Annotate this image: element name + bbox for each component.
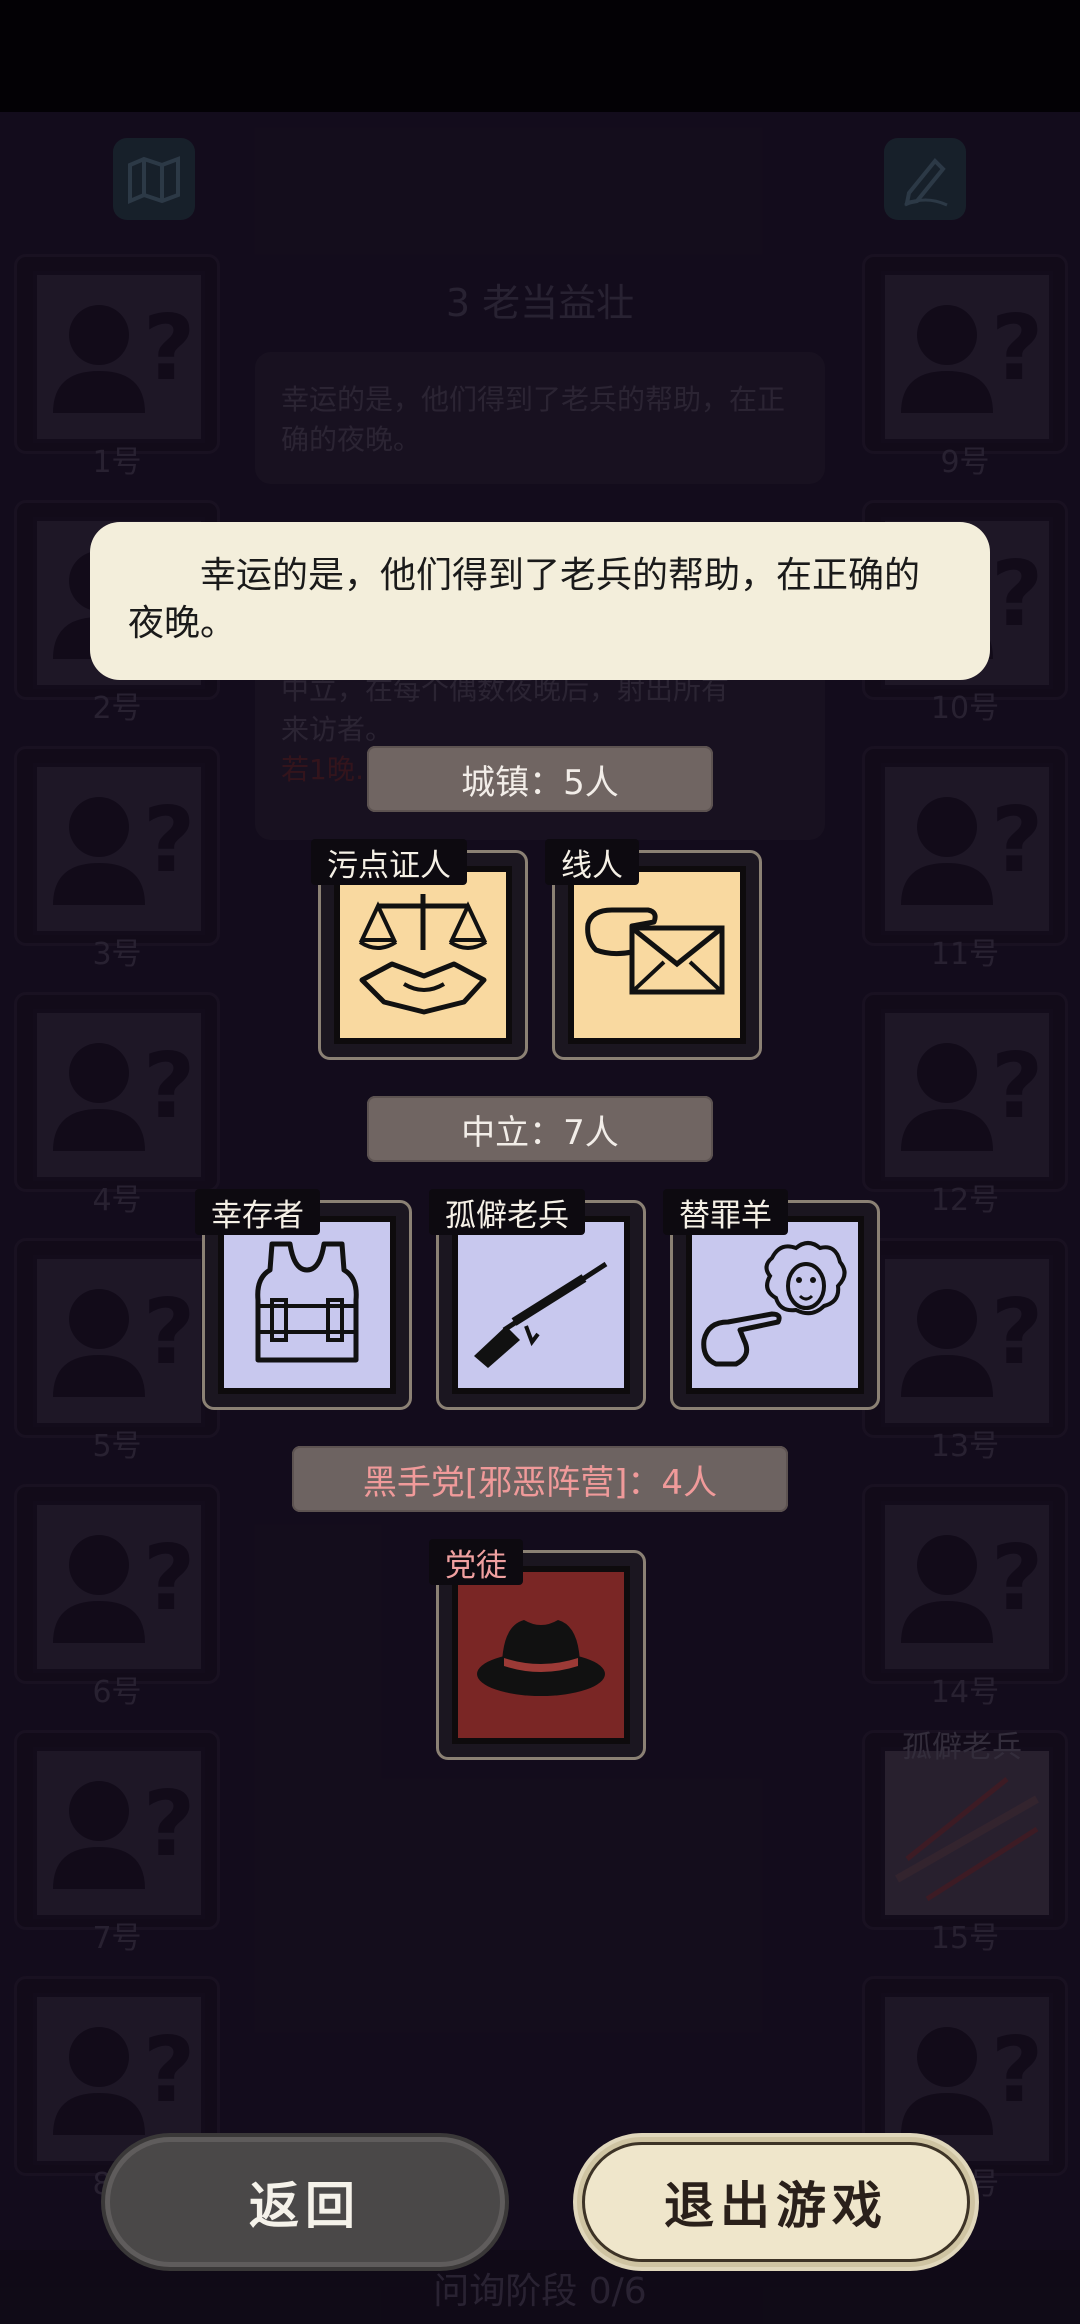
role-card-lonely-veteran[interactable]: 孤僻老兵 [429, 1189, 646, 1410]
role-name: 污点证人 [311, 839, 467, 885]
vest-icon [255, 1241, 359, 1363]
mafia-faction-header: 黑手党[邪恶阵营]：4人 [292, 1446, 788, 1512]
fedora-hat-icon [477, 1620, 605, 1696]
story-message: 幸运的是，他们得到了老兵的帮助，在正确的夜晚。 [90, 522, 990, 680]
role-name: 幸存者 [195, 1189, 320, 1235]
role-card-scapegoat[interactable]: 替罪羊 [663, 1189, 880, 1410]
role-name: 党徒 [429, 1539, 523, 1585]
quit-game-button[interactable]: 退出游戏 [582, 2142, 970, 2262]
rifle-icon [474, 1261, 608, 1368]
role-name: 孤僻老兵 [429, 1189, 585, 1235]
role-name: 替罪羊 [663, 1189, 788, 1235]
role-card-tainted-witness[interactable]: 污点证人 [311, 839, 528, 1060]
role-card-informant[interactable]: 线人 [545, 839, 762, 1060]
town-faction-header: 城镇：5人 [367, 746, 713, 812]
role-card-mafioso[interactable]: 党徒 [429, 1539, 646, 1760]
role-name: 线人 [545, 839, 639, 885]
envelope-hand-icon [585, 907, 725, 995]
back-button[interactable]: 返回 [110, 2142, 500, 2262]
scales-handshake-icon [358, 894, 488, 1015]
role-card-survivor[interactable]: 幸存者 [195, 1189, 412, 1410]
sheep-finger-icon [701, 1241, 847, 1367]
overlay-dim [0, 0, 1080, 2324]
neutral-faction-header: 中立：7人 [367, 1096, 713, 1162]
